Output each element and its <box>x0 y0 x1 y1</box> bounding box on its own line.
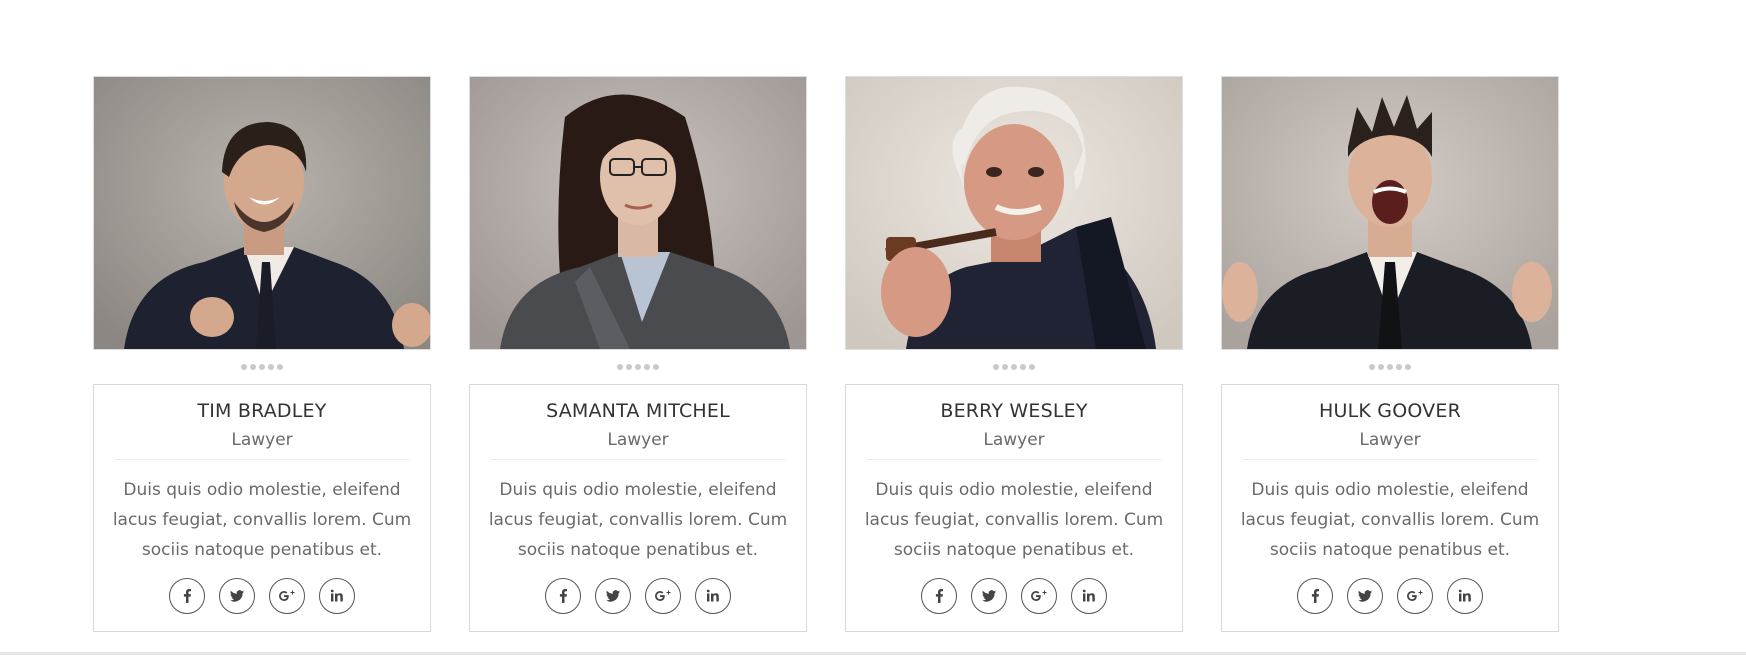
slider-dot[interactable] <box>1378 364 1384 370</box>
twitter-button[interactable] <box>219 578 255 614</box>
twitter-icon <box>982 590 996 602</box>
social-links <box>846 578 1182 614</box>
twitter-icon <box>230 590 244 602</box>
divider <box>491 459 785 460</box>
linkedin-icon <box>1082 589 1095 602</box>
linkedin-button[interactable] <box>1071 578 1107 614</box>
member-name: SAMANTA MITCHEL <box>546 400 730 422</box>
social-links <box>1222 578 1558 614</box>
section-bottom-border <box>0 652 1746 655</box>
slider-dots <box>93 350 431 384</box>
slider-dot[interactable] <box>1369 364 1375 370</box>
slider-dot[interactable] <box>1029 364 1035 370</box>
member-photo <box>469 76 807 350</box>
linkedin-icon <box>330 589 343 602</box>
facebook-button[interactable] <box>1297 578 1333 614</box>
divider <box>115 459 409 460</box>
google-plus-icon <box>1031 590 1047 601</box>
slider-dot[interactable] <box>268 364 274 370</box>
google-plus-button[interactable] <box>645 578 681 614</box>
slider-dot[interactable] <box>993 364 999 370</box>
facebook-icon <box>935 589 943 603</box>
member-role: Lawyer <box>607 430 669 450</box>
facebook-button[interactable] <box>921 578 957 614</box>
member-bio: Duis quis odio molestie, eleifend lacus … <box>112 480 412 560</box>
facebook-icon <box>183 589 191 603</box>
member-photo <box>1221 76 1559 350</box>
team-members-row: TIM BRADLEY Lawyer Duis quis odio molest… <box>93 76 1559 632</box>
social-links <box>94 578 430 614</box>
slider-dot[interactable] <box>1020 364 1026 370</box>
social-links <box>470 578 806 614</box>
google-plus-button[interactable] <box>269 578 305 614</box>
google-plus-icon <box>279 590 295 601</box>
team-member-card: TIM BRADLEY Lawyer Duis quis odio molest… <box>93 76 431 632</box>
slider-dot[interactable] <box>277 364 283 370</box>
linkedin-button[interactable] <box>319 578 355 614</box>
member-info-card: SAMANTA MITCHEL Lawyer Duis quis odio mo… <box>469 384 807 632</box>
member-name: TIM BRADLEY <box>197 400 327 422</box>
slider-dot[interactable] <box>1002 364 1008 370</box>
slider-dot[interactable] <box>653 364 659 370</box>
slider-dot[interactable] <box>1011 364 1017 370</box>
slider-dot[interactable] <box>644 364 650 370</box>
slider-dot[interactable] <box>241 364 247 370</box>
twitter-icon <box>606 590 620 602</box>
slider-dot[interactable] <box>1396 364 1402 370</box>
team-member-card: BERRY WESLEY Lawyer Duis quis odio moles… <box>845 76 1183 632</box>
slider-dot[interactable] <box>617 364 623 370</box>
facebook-button[interactable] <box>169 578 205 614</box>
slider-dots <box>1221 350 1559 384</box>
slider-dot[interactable] <box>250 364 256 370</box>
slider-dot[interactable] <box>635 364 641 370</box>
twitter-button[interactable] <box>971 578 1007 614</box>
divider <box>1243 459 1537 460</box>
twitter-button[interactable] <box>595 578 631 614</box>
member-role: Lawyer <box>1359 430 1421 450</box>
facebook-button[interactable] <box>545 578 581 614</box>
member-bio: Duis quis odio molestie, eleifend lacus … <box>488 480 788 560</box>
twitter-icon <box>1358 590 1372 602</box>
google-plus-button[interactable] <box>1397 578 1433 614</box>
divider <box>867 459 1161 460</box>
member-photo <box>845 76 1183 350</box>
member-bio: Duis quis odio molestie, eleifend lacus … <box>864 480 1164 560</box>
member-info-card: BERRY WESLEY Lawyer Duis quis odio moles… <box>845 384 1183 632</box>
team-section: TIM BRADLEY Lawyer Duis quis odio molest… <box>0 0 1746 657</box>
linkedin-button[interactable] <box>1447 578 1483 614</box>
google-plus-icon <box>1407 590 1423 601</box>
member-name: HULK GOOVER <box>1319 400 1461 422</box>
member-bio: Duis quis odio molestie, eleifend lacus … <box>1240 480 1540 560</box>
member-photo <box>93 76 431 350</box>
team-member-card: HULK GOOVER Lawyer Duis quis odio molest… <box>1221 76 1559 632</box>
twitter-button[interactable] <box>1347 578 1383 614</box>
google-plus-button[interactable] <box>1021 578 1057 614</box>
slider-dots <box>469 350 807 384</box>
linkedin-button[interactable] <box>695 578 731 614</box>
member-info-card: TIM BRADLEY Lawyer Duis quis odio molest… <box>93 384 431 632</box>
team-member-card: SAMANTA MITCHEL Lawyer Duis quis odio mo… <box>469 76 807 632</box>
linkedin-icon <box>1458 589 1471 602</box>
facebook-icon <box>559 589 567 603</box>
slider-dots <box>845 350 1183 384</box>
slider-dot[interactable] <box>626 364 632 370</box>
linkedin-icon <box>706 589 719 602</box>
slider-dot[interactable] <box>259 364 265 370</box>
member-name: BERRY WESLEY <box>940 400 1088 422</box>
slider-dot[interactable] <box>1405 364 1411 370</box>
member-role: Lawyer <box>231 430 293 450</box>
member-role: Lawyer <box>983 430 1045 450</box>
member-info-card: HULK GOOVER Lawyer Duis quis odio molest… <box>1221 384 1559 632</box>
google-plus-icon <box>655 590 671 601</box>
slider-dot[interactable] <box>1387 364 1393 370</box>
facebook-icon <box>1311 589 1319 603</box>
